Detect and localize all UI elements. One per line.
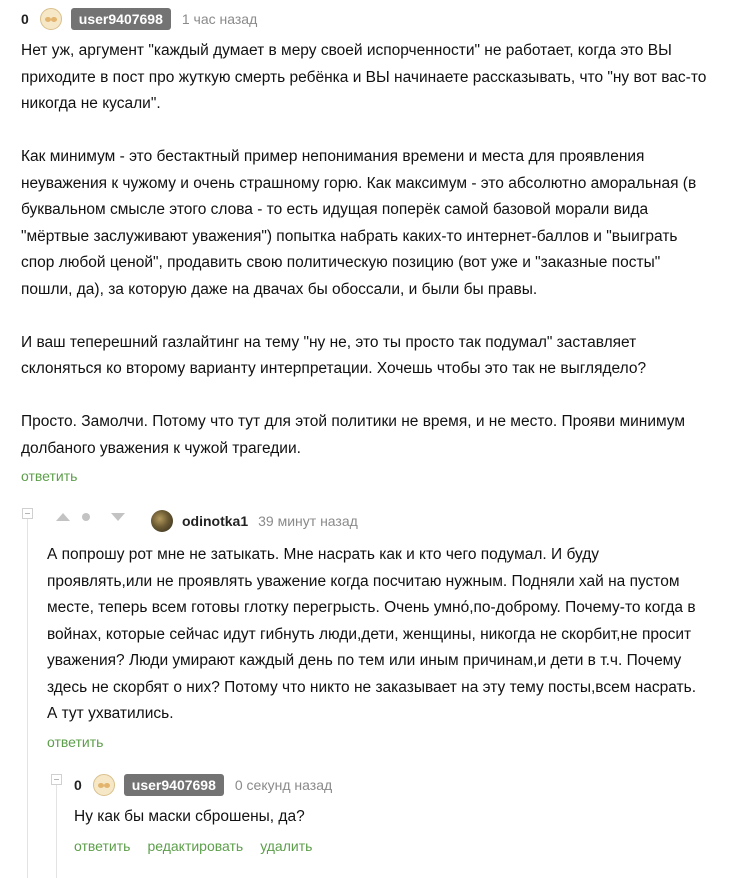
reply-link[interactable]: ответить [21, 468, 77, 484]
comment-time[interactable]: 0 секунд назад [235, 777, 332, 793]
comment-actions: ответить [21, 468, 77, 484]
comment-header: 0 user9407698 0 секунд назад [74, 773, 332, 797]
thread-line [27, 518, 28, 878]
comment-body: А попрошу рот мне не затыкать. Мне насра… [47, 546, 697, 722]
comment-body: Ну как бы маски сброшены, да? [74, 808, 305, 825]
edit-link[interactable]: редактировать [147, 838, 243, 854]
downvote-arrow-icon[interactable] [111, 513, 125, 521]
collapse-toggle[interactable] [22, 508, 33, 519]
comment-time[interactable]: 1 час назад [182, 11, 257, 27]
collapse-toggle[interactable] [51, 774, 62, 785]
comment-rating: 0 [21, 11, 29, 27]
comment-body: Нет уж, аргумент "каждый думает в меру с… [21, 42, 707, 457]
reply-link[interactable]: ответить [74, 838, 130, 854]
comment-time[interactable]: 39 минут назад [258, 513, 358, 529]
comment-rating: 0 [74, 777, 82, 793]
username[interactable]: odinotka1 [182, 513, 248, 529]
avatar[interactable] [151, 510, 173, 532]
upvote-arrow-icon[interactable] [56, 513, 70, 521]
rating-dot-icon [82, 513, 90, 521]
vote-controls [56, 513, 125, 521]
avatar[interactable] [39, 8, 62, 30]
comment-actions: ответить [47, 734, 103, 750]
username-badge[interactable]: user9407698 [123, 774, 224, 796]
reply-link[interactable]: ответить [47, 734, 103, 750]
avatar[interactable] [92, 774, 115, 796]
thread-line [56, 785, 57, 878]
comment-actions: ответить редактировать удалить [74, 838, 312, 854]
comment-header: 0 user9407698 1 час назад [21, 7, 257, 31]
delete-link[interactable]: удалить [260, 838, 312, 854]
comment-header: odinotka1 39 минут назад [151, 509, 358, 533]
username-badge[interactable]: user9407698 [70, 8, 171, 30]
